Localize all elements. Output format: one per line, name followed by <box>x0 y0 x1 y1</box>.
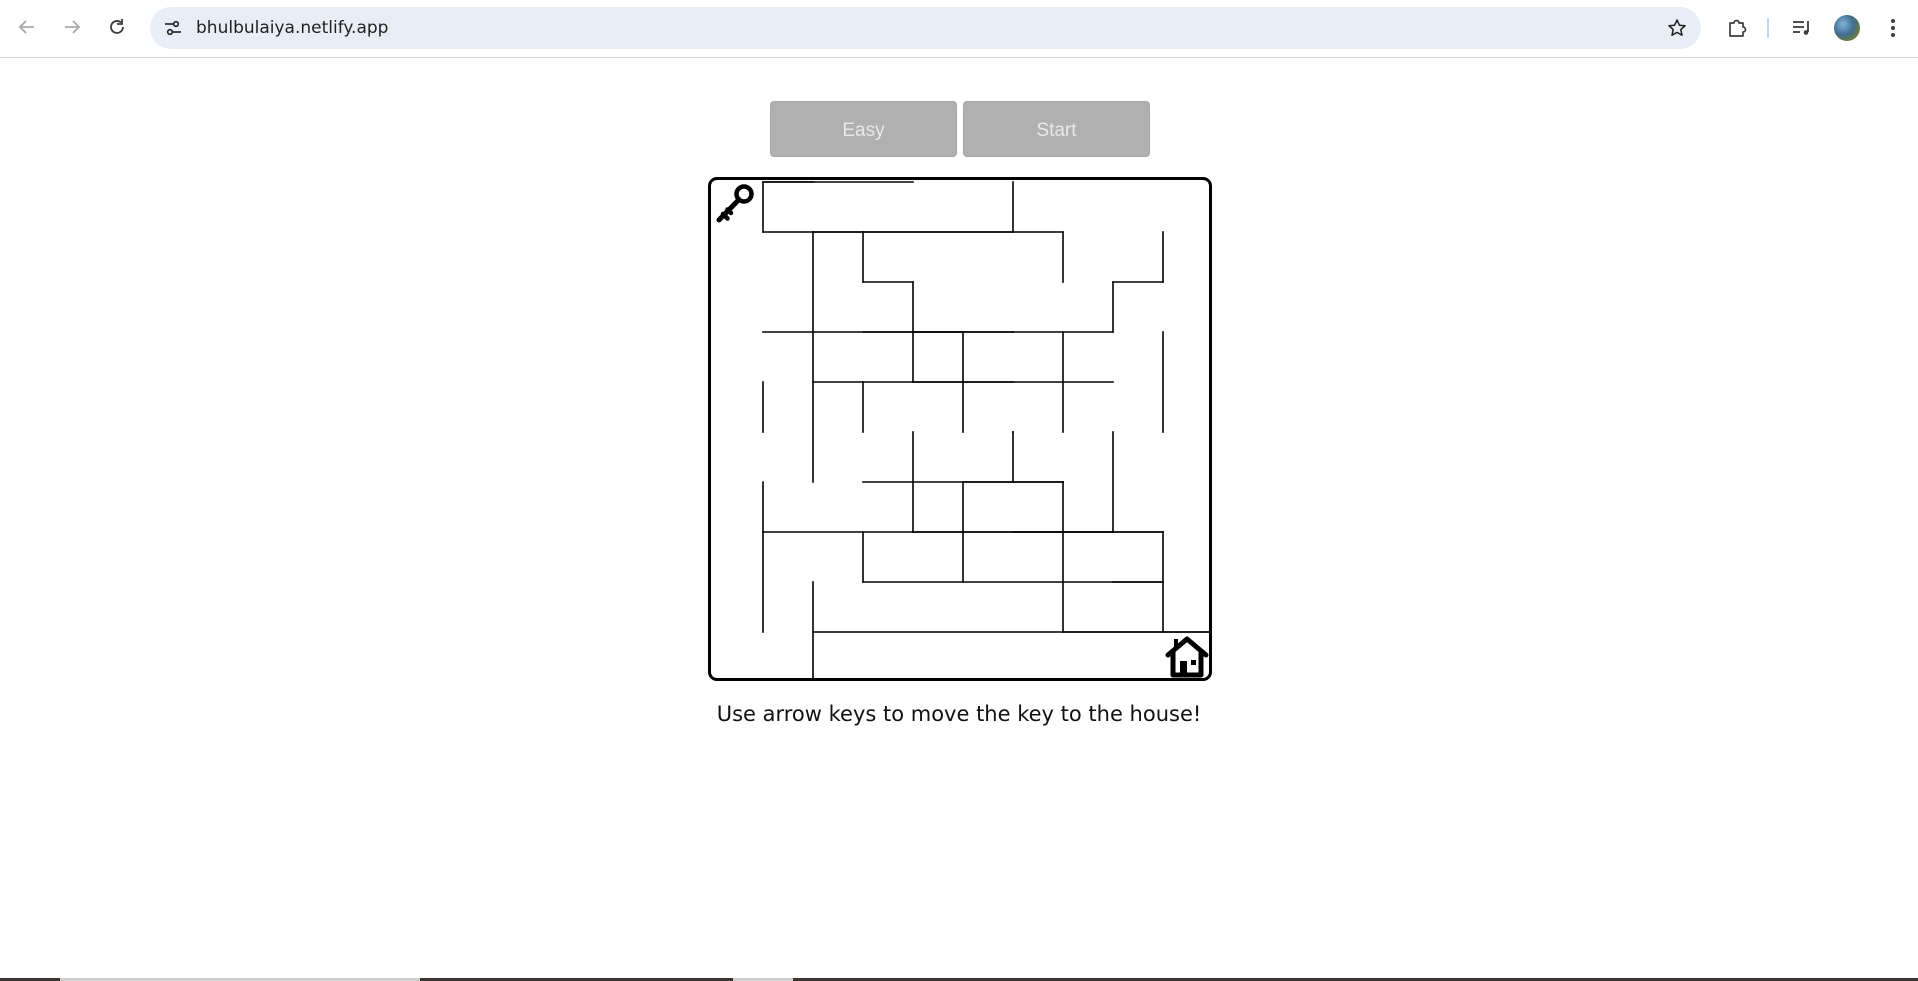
browser-toolbar: bhulbulaiya.netlify.app <box>0 0 1918 58</box>
url-text[interactable]: bhulbulaiya.netlify.app <box>196 7 388 49</box>
address-bar[interactable]: bhulbulaiya.netlify.app <box>150 7 1701 49</box>
house-icon <box>1165 636 1209 678</box>
maze-walls <box>762 181 1209 678</box>
arrow-left-icon <box>18 20 34 34</box>
puzzle-icon[interactable] <box>1726 17 1748 39</box>
forward-button[interactable] <box>54 9 90 45</box>
back-button[interactable] <box>9 9 45 45</box>
instructions-text: Use arrow keys to move the key to the ho… <box>716 702 1202 726</box>
tune-icon[interactable] <box>163 18 183 38</box>
difficulty-button[interactable]: Easy <box>770 101 957 157</box>
avatar[interactable] <box>1834 15 1860 41</box>
start-button[interactable]: Start <box>963 101 1150 157</box>
star-icon[interactable] <box>1667 18 1687 38</box>
kebab-menu-icon[interactable] <box>1883 17 1903 39</box>
arrow-right-icon <box>65 20 81 34</box>
reload-icon <box>110 19 124 34</box>
reload-button[interactable] <box>99 9 135 45</box>
maze-board[interactable] <box>708 177 1212 681</box>
toolbar-separator <box>1767 18 1769 38</box>
key-icon <box>716 184 754 223</box>
queue-music-icon[interactable] <box>1791 17 1813 39</box>
